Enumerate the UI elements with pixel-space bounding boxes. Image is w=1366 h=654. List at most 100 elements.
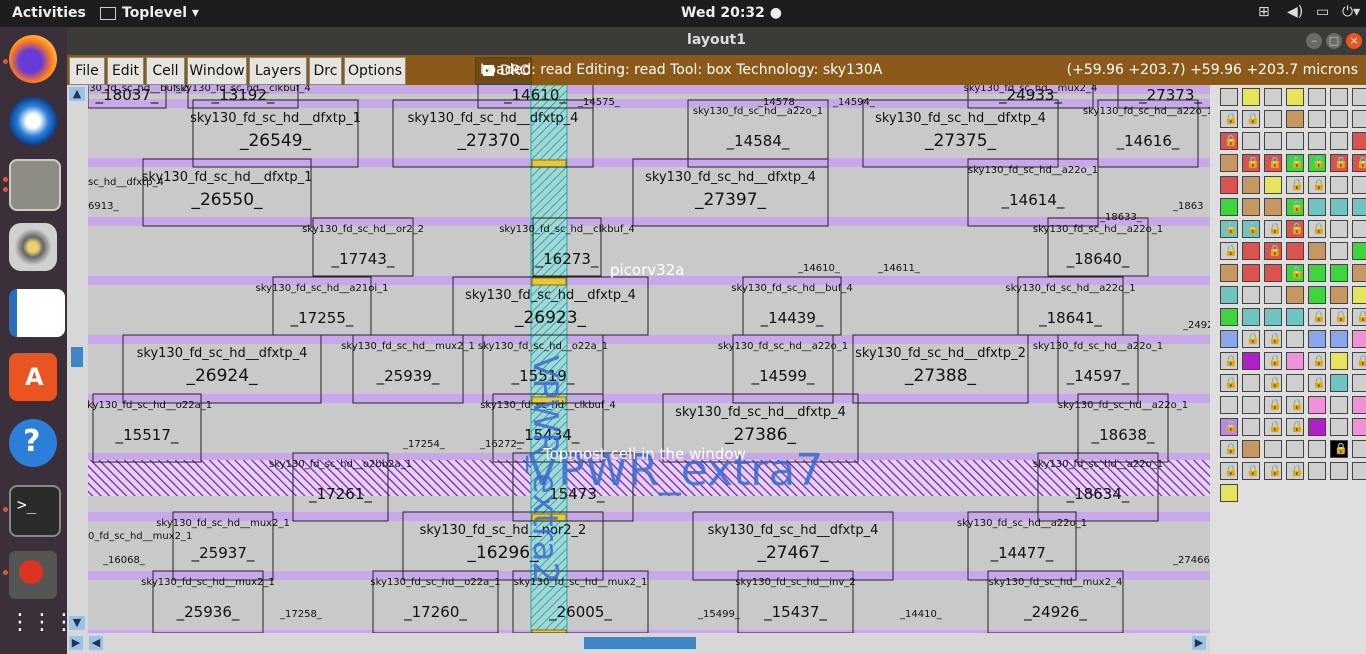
layer-swatch[interactable]: 🔒 <box>1220 132 1238 150</box>
layer-swatch[interactable] <box>1264 440 1282 458</box>
activities-button[interactable]: Activities <box>12 5 86 21</box>
layer-swatch[interactable]: 🔒 <box>1308 308 1326 326</box>
std-cell[interactable]: sky130_fd_sc_hd__buf_4 _14439_ <box>731 276 853 336</box>
scroll-up-icon[interactable]: ▲ <box>69 87 85 101</box>
layer-swatch[interactable] <box>1286 352 1304 370</box>
layer-swatch[interactable] <box>1330 396 1348 414</box>
std-cell[interactable]: sky130_fd_sc_hd__a22o_1 _18640_ <box>1033 217 1163 277</box>
std-cell[interactable]: sky130_fd_sc_hd__a22o_1 _14477_ <box>957 511 1087 581</box>
layer-swatch[interactable] <box>1352 374 1366 392</box>
app-menu[interactable]: Toplevel ▾ <box>122 5 199 21</box>
std-cell[interactable]: sky130_fd_sc_hd__a22o_1 _14614_ <box>967 158 1099 227</box>
std-cell[interactable]: sky130_fd_sc_hd__dfxtp_1 _26550_ <box>142 158 313 227</box>
layer-swatch[interactable]: 🔒 <box>1308 176 1326 194</box>
layer-swatch[interactable] <box>1264 176 1282 194</box>
layer-swatch[interactable] <box>1308 88 1326 106</box>
layer-swatch[interactable] <box>1264 264 1282 282</box>
layer-swatch[interactable]: 🔒 <box>1330 440 1348 458</box>
layer-swatch[interactable] <box>1264 88 1282 106</box>
std-cell[interactable]: sky130_fd_sc_hd__nor2_2_16296_ <box>402 511 604 581</box>
layer-swatch[interactable]: 🔒 <box>1264 242 1282 260</box>
std-cell[interactable]: sky130_fd_sc_hd__a22o_1 _18638_ <box>1058 393 1188 463</box>
magic-icon[interactable] <box>9 551 57 599</box>
layer-swatch[interactable] <box>1352 330 1366 348</box>
layer-swatch[interactable]: 🔒 <box>1286 462 1304 480</box>
layer-swatch[interactable]: 🔒 <box>1264 396 1282 414</box>
std-cell[interactable]: sky130_fd_sc_hd__a22o_1 _14599_ <box>718 334 848 404</box>
layer-swatch[interactable] <box>1286 242 1304 260</box>
layer-swatch[interactable]: 🔒 <box>1264 374 1282 392</box>
layer-swatch[interactable]: 🔒 <box>1220 352 1238 370</box>
std-cell[interactable]: sky130_fd_sc_hd__a22o_1 _18641_ <box>1005 276 1136 336</box>
menu-cell[interactable]: Cell <box>146 57 185 85</box>
layer-swatch[interactable] <box>1242 242 1260 260</box>
std-cell[interactable]: sky130_fd_sc_hd__mux2_4 _24926_ <box>987 570 1124 633</box>
std-cell[interactable]: sky130_fd_sc_hd__o22a_1 _17260_ <box>370 570 501 633</box>
scroll-right-start-icon[interactable]: ▶ <box>69 636 83 650</box>
software-center-icon[interactable]: A <box>9 353 57 401</box>
menu-window[interactable]: Window <box>187 57 247 85</box>
layer-swatch[interactable] <box>1352 220 1366 238</box>
layer-swatch[interactable] <box>1220 198 1238 216</box>
layer-swatch[interactable] <box>1308 242 1326 260</box>
layer-swatch[interactable]: 🔒 <box>1286 396 1304 414</box>
layer-swatch[interactable]: 🔒 <box>1286 176 1304 194</box>
horizontal-scrollbar[interactable]: ▶ ◀ ▶ <box>67 633 1212 654</box>
clock[interactable]: Wed 20:32 ● <box>681 5 782 21</box>
vertical-scroll-thumb[interactable] <box>71 347 83 367</box>
layer-swatch[interactable] <box>1220 264 1238 282</box>
layer-swatch[interactable]: 🔒 <box>1220 374 1238 392</box>
layer-swatch[interactable] <box>1352 264 1366 282</box>
layer-swatch[interactable]: 🔒 <box>1330 308 1348 326</box>
layer-swatch[interactable]: 🔒 <box>1286 198 1304 216</box>
volume-icon[interactable]: ◀) <box>1287 4 1303 20</box>
menu-layers[interactable]: Layers <box>249 57 307 85</box>
std-cell[interactable]: sky130_fd_sc_hd__inv_2 _15437_ <box>735 570 856 633</box>
layer-swatch[interactable]: 🔒 <box>1308 374 1326 392</box>
layer-swatch[interactable]: 🔒 <box>1286 418 1304 436</box>
layer-swatch[interactable] <box>1330 352 1348 370</box>
std-cell[interactable]: sky130_fd_sc_hd__dfxtp_4 _27397_ <box>632 158 829 227</box>
scroll-right-icon[interactable]: ▶ <box>1192 636 1206 650</box>
layer-swatch[interactable] <box>1286 308 1304 326</box>
layer-swatch[interactable] <box>1330 242 1348 260</box>
firefox-icon[interactable] <box>9 35 57 83</box>
layer-swatch[interactable] <box>1352 418 1366 436</box>
layer-swatch[interactable] <box>1264 110 1282 128</box>
layer-swatch[interactable] <box>1308 132 1326 150</box>
writer-icon[interactable] <box>9 289 65 337</box>
layer-swatch[interactable]: 🔒 <box>1286 264 1304 282</box>
layer-swatch[interactable]: 🔒 <box>1220 440 1238 458</box>
layer-swatch[interactable] <box>1242 352 1260 370</box>
layer-swatch[interactable] <box>1330 110 1348 128</box>
std-cell[interactable]: sky130_fd_sc_hd__o22a_1 _15517_ <box>88 393 212 463</box>
layer-swatch[interactable]: 🔒 <box>1352 154 1366 172</box>
layer-swatch[interactable] <box>1330 220 1348 238</box>
layer-swatch[interactable] <box>1330 374 1348 392</box>
layer-swatch[interactable] <box>1308 418 1326 436</box>
layer-swatch[interactable] <box>1220 176 1238 194</box>
layer-swatch[interactable]: 🔒 <box>1286 154 1304 172</box>
vertical-scrollbar[interactable]: ▲ ▼ <box>67 85 88 633</box>
layer-swatch[interactable] <box>1242 132 1260 150</box>
layer-swatch[interactable]: 🔒 <box>1308 154 1326 172</box>
layer-swatch[interactable] <box>1308 440 1326 458</box>
layer-swatch[interactable] <box>1330 198 1348 216</box>
layer-swatch[interactable]: 🔒 <box>1220 418 1238 436</box>
layer-swatch[interactable]: 🔒 <box>1264 154 1282 172</box>
menu-file[interactable]: File <box>69 57 105 85</box>
layer-swatch[interactable]: 🔒 <box>1220 220 1238 238</box>
layer-swatch[interactable]: 🔒 <box>1264 220 1282 238</box>
layer-swatch[interactable]: 🔒 <box>1242 154 1260 172</box>
layer-swatch[interactable] <box>1352 440 1366 458</box>
layer-swatch[interactable] <box>1308 286 1326 304</box>
std-cell[interactable]: sky130_fd_sc_hd__dfxtp_1 _26549_ <box>190 99 361 168</box>
layer-swatch[interactable] <box>1308 396 1326 414</box>
layer-swatch[interactable] <box>1330 418 1348 436</box>
layer-swatch[interactable] <box>1330 462 1348 480</box>
rhythmbox-icon[interactable] <box>9 223 57 271</box>
layer-swatch[interactable] <box>1352 286 1366 304</box>
thunderbird-icon[interactable] <box>9 97 57 145</box>
std-cell[interactable]: sky130_fd_sc_hd__mux2_1 _25939_ <box>341 334 475 404</box>
layer-swatch[interactable] <box>1242 198 1260 216</box>
